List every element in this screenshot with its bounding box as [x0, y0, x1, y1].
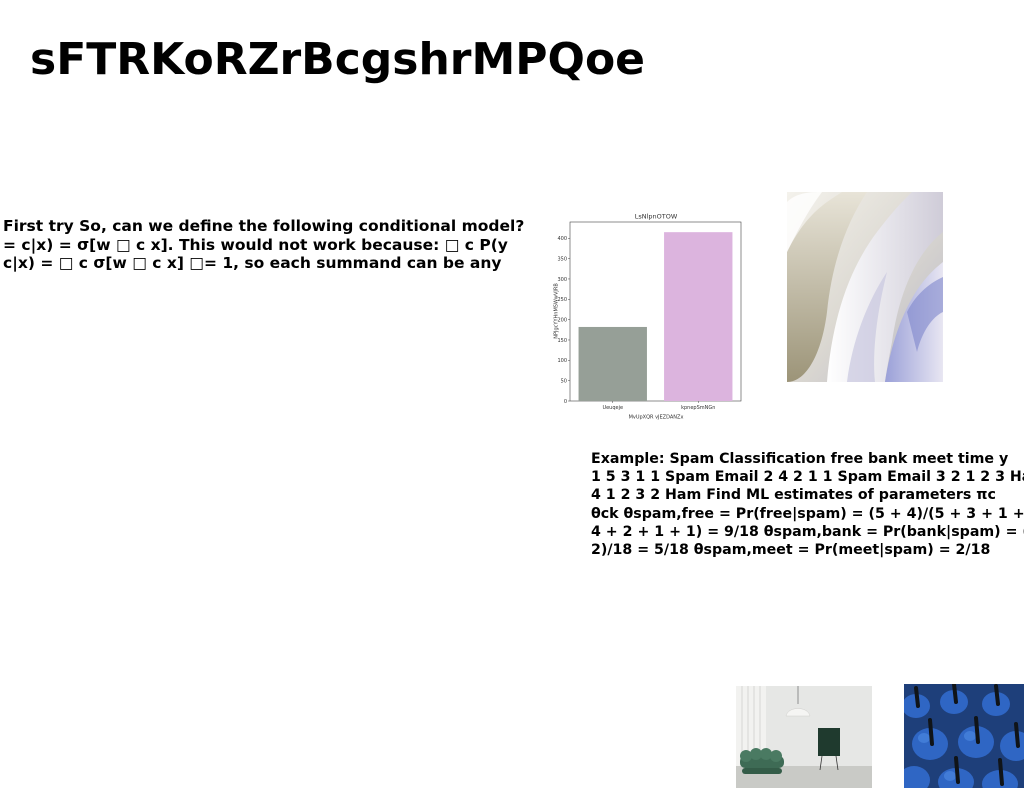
abstract-image-svg — [787, 192, 943, 382]
conditional-model-paragraph: First try So, can we define the followin… — [3, 217, 533, 273]
bar-Ueuqeje — [578, 326, 647, 401]
y-tick-label: 100 — [557, 358, 567, 364]
spam-classification-paragraph: Example: Spam Classification free bank m… — [591, 450, 1024, 559]
blue-objects-image — [904, 684, 1024, 788]
paragraph-line: 1 5 3 1 1 Spam Email 2 4 2 1 1 Spam Emai… — [591, 469, 1024, 486]
x-tick-label: Ueuqeje — [602, 405, 623, 411]
y-tick-label: 300 — [557, 277, 567, 283]
paragraph-line: Example: Spam Classification free bank m… — [591, 451, 1009, 467]
living-room-interior-image — [736, 686, 872, 788]
x-axis: Ueuqeje kpnepSmNGn — [602, 401, 715, 411]
paragraph-line: 2)/18 = 5/18 θspam,meet = Pr(meet|spam) … — [591, 542, 991, 559]
y-tick-label: 0 — [564, 399, 567, 405]
page-title: sFTRKoRZrBcgshrMPQoe — [30, 34, 646, 85]
chart-title: LsNlpnOTOW — [635, 213, 678, 221]
paragraph-line: 4 + 2 + 1 + 1) = 9/18 θspam,bank = Pr(ba… — [591, 523, 1024, 540]
bars — [578, 232, 733, 401]
abstract-white-folds-image — [787, 192, 943, 382]
paragraph-line: 4 1 2 3 2 Ham Find ML estimates of param… — [591, 487, 996, 504]
paragraph-line: = c|x) = σ[w □ c x]. This would not work… — [3, 235, 508, 254]
paragraph-line: First try So, can we define the followin… — [3, 217, 525, 235]
bar-kpnepSmNGn — [664, 232, 733, 401]
bar-chart-svg: LsNlpnOTOW 050100150200250300350400 Ueuq… — [554, 213, 742, 421]
bar-chart: LsNlpnOTOW 0 50 100 150 200 250 300 350 400 Ueuq… — [548, 208, 748, 423]
x-axis-label: MvUpXQR vJEZDANZx — [629, 415, 684, 421]
paragraph-line: c|x) = □ c σ[w □ c x] □= 1, so each summ… — [3, 254, 502, 272]
y-tick-label: 50 — [561, 378, 567, 384]
blue-image-svg — [904, 684, 1024, 788]
y-tick-label: 400 — [557, 236, 567, 242]
x-tick-label: kpnepSmNGn — [681, 405, 715, 411]
y-axis-label: NPJgcYYHnMSWwVJRB — [554, 283, 560, 339]
room-image-svg — [736, 686, 872, 788]
y-tick-label: 350 — [557, 256, 567, 262]
paragraph-line: θck θspam,free = Pr(free|spam) = (5 + 4)… — [591, 505, 1024, 522]
